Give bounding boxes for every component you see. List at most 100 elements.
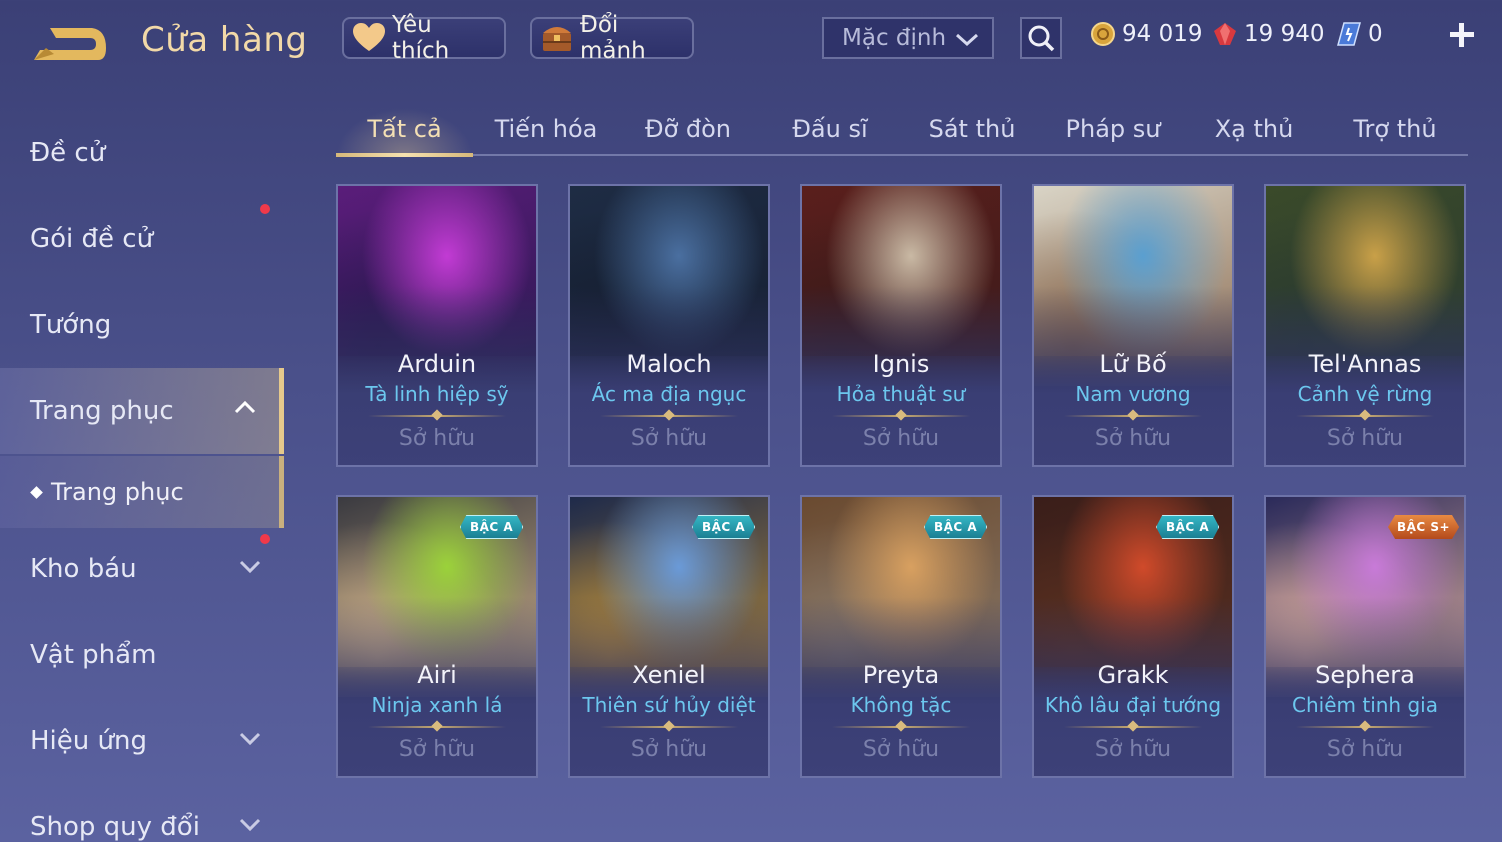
gold-currency: 94 019 xyxy=(1090,18,1202,50)
exchange-fragments-button[interactable]: Đổi mảnh xyxy=(530,12,694,64)
sort-dropdown[interactable]: Mặc định xyxy=(822,17,994,59)
owned-status: Sở hữu xyxy=(398,737,476,762)
skin-name: Không tặc xyxy=(850,693,952,717)
search-button[interactable] xyxy=(1020,17,1062,59)
hero-name: Grakk xyxy=(1097,661,1169,689)
sidebar-subitem-skins[interactable]: Trang phục xyxy=(0,456,284,528)
chevron-down-icon xyxy=(239,732,261,746)
skin-card[interactable]: BẬC A Airi Ninja xanh lá Sở hữu xyxy=(336,495,538,778)
skin-card[interactable]: BẬC A Xeniel Thiên sứ hủy diệt Sở hữu xyxy=(568,495,770,778)
skin-card[interactable]: BẬC A Grakk Khô lâu đại tướng Sở hữu xyxy=(1032,495,1234,778)
tab-label: Tiến hóa xyxy=(494,115,598,143)
owned-status: Sở hữu xyxy=(1094,737,1172,762)
sidebar-item-label: Gói đề cử xyxy=(30,224,154,254)
active-tab-underline xyxy=(336,153,473,157)
hero-name: Maloch xyxy=(626,350,712,378)
hero-name: Xeniel xyxy=(632,661,706,689)
tab-assassin[interactable]: Sát thủ xyxy=(902,108,1042,154)
voucher-currency: 0 xyxy=(1336,18,1383,50)
tab-evolution[interactable]: Tiến hóa xyxy=(476,108,616,154)
sidebar-item-exchange-shop[interactable]: Shop quy đổi xyxy=(0,784,284,842)
owned-status: Sở hữu xyxy=(398,426,476,451)
sidebar-item-label: Trang phục xyxy=(30,396,174,426)
tab-label: Đấu sĩ xyxy=(792,115,868,143)
tab-label: Đỡ đòn xyxy=(644,115,732,143)
hero-name: Ignis xyxy=(872,350,930,378)
tab-label: Pháp sư xyxy=(1065,115,1161,143)
sidebar-subitem-label: Trang phục xyxy=(51,478,184,506)
tab-label: Xạ thủ xyxy=(1214,115,1294,143)
tier-badge: BẬC S+ xyxy=(1388,515,1460,539)
sidebar-item-heroes[interactable]: Tướng xyxy=(0,282,284,368)
sort-selected-value: Mặc định xyxy=(842,25,947,51)
tier-badge: BẬC A xyxy=(692,515,756,539)
sidebar: Đề cử Gói đề cử Tướng Trang phục Trang p… xyxy=(0,100,284,842)
skin-card[interactable]: Lữ Bố Nam vương Sở hữu xyxy=(1032,184,1234,467)
plus-icon xyxy=(1450,23,1474,47)
sidebar-item-items[interactable]: Vật phẩm xyxy=(0,612,284,698)
tab-tank[interactable]: Đỡ đòn xyxy=(618,108,758,154)
chevron-down-icon xyxy=(239,818,261,832)
sidebar-item-label: Shop quy đổi xyxy=(30,812,200,842)
hero-name: Lữ Bố xyxy=(1099,350,1167,378)
sidebar-item-label: Đề cử xyxy=(30,138,106,168)
gold-amount: 94 019 xyxy=(1122,21,1203,47)
voucher-amount: 0 xyxy=(1368,21,1383,47)
hero-name: Sephera xyxy=(1315,661,1415,689)
sidebar-item-skins[interactable]: Trang phục xyxy=(0,368,284,454)
skin-name: Cảnh vệ rừng xyxy=(1297,382,1433,406)
sidebar-item-recommended[interactable]: Đề cử xyxy=(0,110,284,196)
sidebar-item-label: Kho báu xyxy=(30,554,137,584)
skin-name: Ác ma địa ngục xyxy=(591,382,747,406)
sidebar-item-label: Hiệu ứng xyxy=(30,726,147,756)
hero-name: Preyta xyxy=(862,661,940,689)
skin-name: Thiên sứ hủy diệt xyxy=(582,693,756,717)
back-button[interactable] xyxy=(28,20,110,66)
favorites-button[interactable]: Yêu thích xyxy=(342,12,506,64)
ruby-amount: 19 940 xyxy=(1244,21,1325,47)
treasure-chest-icon xyxy=(540,21,574,55)
tier-badge: BẬC A xyxy=(924,515,988,539)
sidebar-item-effects[interactable]: Hiệu ứng xyxy=(0,698,284,784)
owned-status: Sở hữu xyxy=(1326,737,1404,762)
sidebar-item-treasure[interactable]: Kho báu xyxy=(0,526,284,612)
skin-card[interactable]: Ignis Hỏa thuật sư Sở hữu xyxy=(800,184,1002,467)
skin-card[interactable]: Maloch Ác ma địa ngục Sở hữu xyxy=(568,184,770,467)
back-arrow-icon xyxy=(34,28,106,60)
owned-status: Sở hữu xyxy=(630,426,708,451)
hero-name: Tel'Annas xyxy=(1308,350,1422,378)
heart-icon xyxy=(352,21,386,55)
skin-card[interactable]: BẬC A Preyta Không tặc Sở hữu xyxy=(800,495,1002,778)
skin-name: Khô lâu đại tướng xyxy=(1044,693,1222,717)
gold-coin-icon xyxy=(1091,22,1115,46)
add-currency-button[interactable] xyxy=(1445,18,1479,52)
skin-card[interactable]: Tel'Annas Cảnh vệ rừng Sở hữu xyxy=(1264,184,1466,467)
owned-status: Sở hữu xyxy=(862,737,940,762)
favorites-label: Yêu thích xyxy=(392,12,450,64)
voucher-icon xyxy=(1337,22,1361,46)
owned-status: Sở hữu xyxy=(862,426,940,451)
hero-name: Arduin xyxy=(397,350,477,378)
tab-support[interactable]: Trợ thủ xyxy=(1325,108,1465,154)
tab-marksman[interactable]: Xạ thủ xyxy=(1184,108,1324,154)
owned-status: Sở hữu xyxy=(1094,426,1172,451)
chevron-down-icon xyxy=(239,560,261,574)
sidebar-item-label: Vật phẩm xyxy=(30,640,157,670)
tier-badge: BẬC A xyxy=(460,515,524,539)
tab-mage[interactable]: Pháp sư xyxy=(1043,108,1183,154)
skin-name: Ninja xanh lá xyxy=(371,693,503,717)
tab-warrior[interactable]: Đấu sĩ xyxy=(760,108,900,154)
sidebar-item-recommended-bundles[interactable]: Gói đề cử xyxy=(0,196,284,282)
chevron-up-icon xyxy=(234,400,256,414)
owned-status: Sở hữu xyxy=(1326,426,1404,451)
notification-dot xyxy=(260,204,270,214)
tab-all[interactable]: Tất cả xyxy=(336,108,473,154)
page-title: Cửa hàng xyxy=(141,20,308,60)
skin-name: Chiêm tinh gia xyxy=(1292,693,1438,717)
skin-name: Hỏa thuật sư xyxy=(836,382,966,406)
sidebar-item-label: Tướng xyxy=(30,310,112,340)
skin-name: Tà linh hiệp sỹ xyxy=(365,382,509,406)
owned-status: Sở hữu xyxy=(630,737,708,762)
skin-card[interactable]: Arduin Tà linh hiệp sỹ Sở hữu xyxy=(336,184,538,467)
skin-card[interactable]: BẬC S+ Sephera Chiêm tinh gia Sở hữu xyxy=(1264,495,1466,778)
